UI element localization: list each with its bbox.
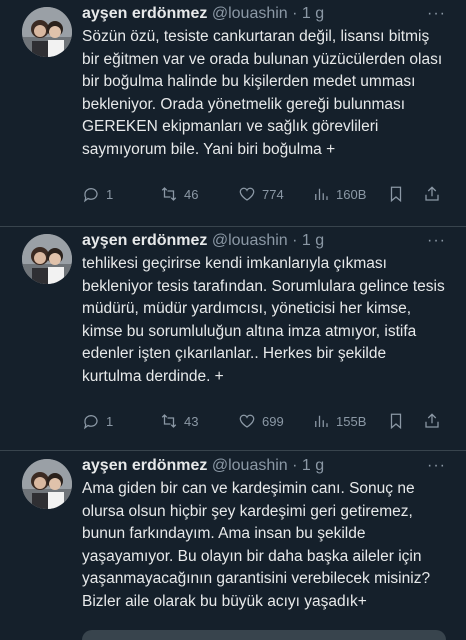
separator-dot: ·	[292, 457, 298, 474]
avatar[interactable]	[22, 234, 72, 284]
reply-button[interactable]: 1	[82, 183, 113, 205]
avatar[interactable]	[22, 7, 72, 57]
like-icon	[239, 187, 255, 201]
retweet-count: 43	[184, 413, 199, 429]
action-bar: 1 46 774 160B	[82, 183, 446, 205]
reply-button[interactable]: 1	[82, 410, 113, 432]
tweet-header: ayşen erdönmez @louashin · 1 g ···	[82, 457, 446, 479]
share-button[interactable]	[423, 410, 441, 432]
like-count: 699	[262, 413, 284, 429]
reply-icon	[83, 188, 98, 203]
more-icon[interactable]: ···	[427, 457, 446, 475]
bookmark-button[interactable]	[387, 410, 405, 432]
views-icon	[315, 188, 328, 200]
like-button[interactable]: 774	[238, 183, 284, 205]
timestamp[interactable]: 1 g	[302, 5, 324, 22]
action-bar: 1 43 699 155B	[82, 410, 446, 432]
views-button[interactable]: 160B	[312, 183, 366, 205]
avatar[interactable]	[22, 459, 72, 509]
author-name[interactable]: ayşen erdönmez	[82, 232, 207, 249]
more-icon[interactable]: ···	[427, 5, 446, 23]
tweet-header: ayşen erdönmez @louashin · 1 g ···	[82, 5, 446, 27]
retweet-icon	[161, 187, 177, 201]
reply-count: 1	[106, 413, 114, 429]
reply-count: 1	[106, 186, 114, 202]
author-handle[interactable]: @louashin	[212, 5, 288, 22]
author-name[interactable]: ayşen erdönmez	[82, 457, 207, 474]
share-button[interactable]	[423, 183, 441, 205]
share-icon	[425, 186, 439, 201]
tweet-2[interactable]: ayşen erdönmez @louashin · 1 g ··· tehli…	[0, 227, 466, 453]
views-count: 155B	[336, 413, 367, 429]
divider	[0, 450, 466, 451]
tweet-text: tehlikesi geçirirse kendi imkanlarıyla ç…	[82, 255, 445, 385]
media-preview-edge[interactable]	[82, 630, 446, 640]
author-handle[interactable]: @louashin	[212, 457, 288, 474]
bookmark-icon	[390, 413, 402, 430]
tweet-1[interactable]: ayşen erdönmez @louashin · 1 g ··· Sözün…	[0, 0, 466, 226]
bookmark-icon	[390, 186, 402, 203]
author-name[interactable]: ayşen erdönmez	[82, 5, 207, 22]
retweet-icon	[161, 414, 177, 428]
like-button[interactable]: 699	[238, 410, 284, 432]
bookmark-button[interactable]	[387, 183, 405, 205]
retweet-button[interactable]: 43	[160, 410, 198, 432]
views-button[interactable]: 155B	[312, 410, 366, 432]
separator-dot: ·	[292, 232, 298, 249]
author-handle[interactable]: @louashin	[212, 232, 288, 249]
tweet-text: Ama giden bir can ve kardeşimin canı. So…	[82, 480, 431, 610]
share-icon	[425, 413, 439, 428]
tweet-text: Sözün özü, tesiste cankurtaran değil, li…	[82, 28, 443, 158]
reply-icon	[83, 415, 98, 430]
views-count: 160B	[336, 186, 367, 202]
timestamp[interactable]: 1 g	[302, 457, 324, 474]
tweet-3[interactable]: ayşen erdönmez @louashin · 1 g ··· Ama g…	[0, 452, 466, 640]
like-count: 774	[262, 186, 284, 202]
retweet-count: 46	[184, 186, 199, 202]
like-icon	[239, 414, 255, 428]
retweet-button[interactable]: 46	[160, 183, 198, 205]
separator-dot: ·	[292, 5, 298, 22]
tweet-header: ayşen erdönmez @louashin · 1 g ···	[82, 232, 446, 254]
views-icon	[315, 415, 328, 427]
more-icon[interactable]: ···	[427, 232, 446, 250]
timestamp[interactable]: 1 g	[302, 232, 324, 249]
